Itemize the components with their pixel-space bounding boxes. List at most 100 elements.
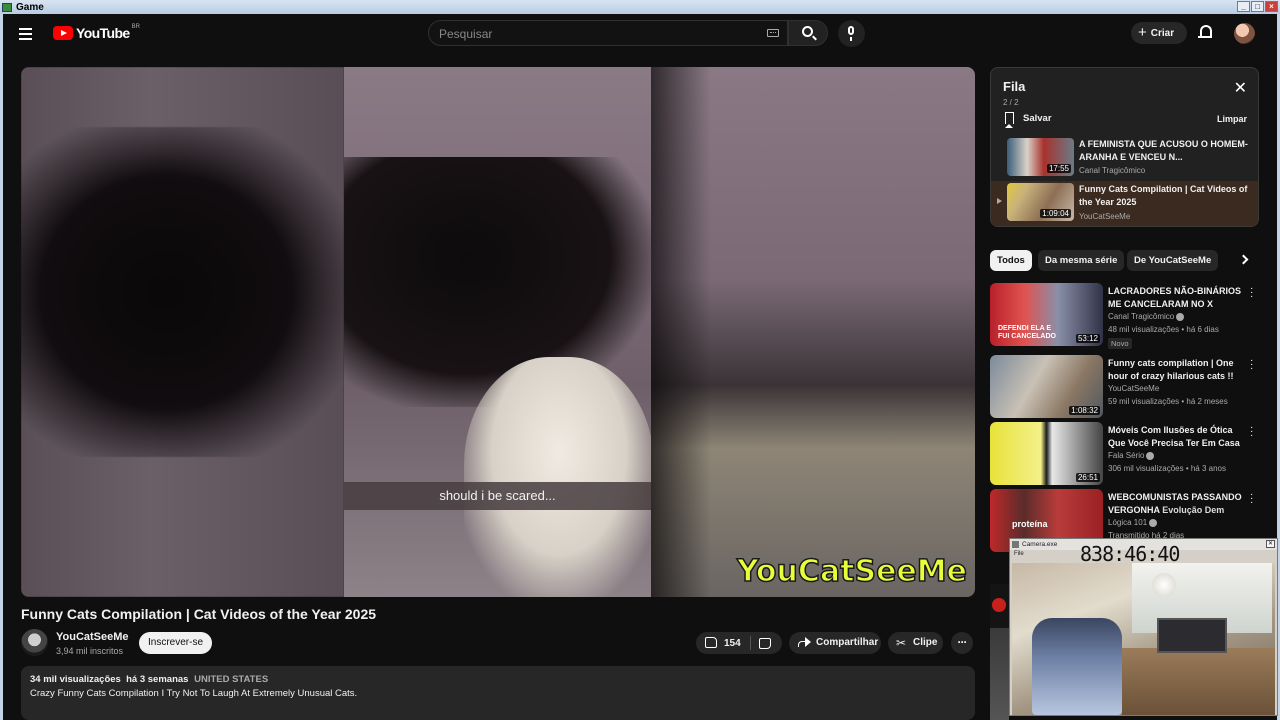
video-frame-center [344, 67, 654, 597]
hamburger-menu-icon[interactable] [19, 24, 39, 44]
clip-label: Clipe [913, 637, 938, 648]
recommendation-title: LACRADORES NÃO-BINÁRIOS ME CANCELARAM NO… [1108, 286, 1242, 309]
scissors-icon: ✂ [896, 636, 907, 650]
like-count[interactable]: 154 [724, 638, 741, 649]
keyboard-icon[interactable] [767, 29, 779, 37]
like-icon[interactable] [705, 637, 717, 648]
thumbnail-text: proteína [1012, 519, 1048, 529]
create-button[interactable]: + Criar [1131, 22, 1187, 44]
ceiling-lamp [1152, 573, 1176, 597]
chip-from-channel[interactable]: De YouCatSeeMe [1127, 250, 1219, 271]
recommendation-title: Móveis Com Ilusões de Ótica Que Você Pre… [1108, 425, 1240, 448]
recommendation-duration: 26:51 [1075, 473, 1100, 482]
description-meta: 34 mil visualizações há 3 semanas UNITED… [30, 674, 966, 685]
more-options-icon[interactable]: · · · [1250, 490, 1253, 508]
like-divider [750, 636, 751, 650]
voice-search-button[interactable] [838, 20, 865, 47]
subscribe-button[interactable]: Inscrever-se [139, 632, 212, 654]
channel-name: Lógica 101 [1108, 518, 1148, 527]
save-label: Salvar [1023, 112, 1052, 124]
new-badge: Novo [1108, 338, 1132, 349]
monitor [1157, 618, 1227, 653]
logo-country: BR [131, 24, 140, 30]
plus-icon: + [1138, 24, 1147, 41]
search-button[interactable] [788, 20, 828, 46]
recommendation-meta: 48 mil visualizações • há 6 dias [1108, 325, 1219, 334]
queue-duration: 17:55 [1046, 164, 1071, 173]
recommendation-item[interactable]: DEFENDI ELA E FUI CANCELADO 53:12 LACRAD… [990, 283, 1260, 349]
share-label: Compartilhar [816, 637, 879, 648]
overlay-close-icon[interactable]: ✕ [1266, 540, 1275, 548]
save-queue-button[interactable]: Salvar [1005, 112, 1052, 128]
gaming-chair [1032, 618, 1122, 715]
recommendation-thumbnail: 1:08:32 [990, 355, 1103, 418]
close-window-button[interactable]: × [1265, 1, 1278, 12]
queue-duration: 1:09:04 [1040, 209, 1071, 218]
queue-item-title: A FEMINISTA QUE ACUSOU O HOMEM-ARANHA E … [1079, 139, 1248, 162]
more-options-icon[interactable]: · · · [1250, 423, 1253, 441]
video-caption: should i be scared... [344, 482, 651, 510]
queue-item-title: Funny Cats Compilation | Cat Videos of t… [1079, 184, 1248, 207]
window-title: Game [16, 1, 44, 13]
minimize-button[interactable]: _ [1237, 1, 1250, 12]
bookmark-icon [1005, 112, 1014, 128]
overlay-menu[interactable]: File [1014, 551, 1024, 557]
more-options-icon[interactable]: · · · [1250, 356, 1253, 374]
channel-avatar[interactable] [21, 629, 48, 656]
chip-all[interactable]: Todos [990, 250, 1032, 271]
share-button[interactable]: Compartilhar [789, 632, 881, 654]
cat-white-fur [464, 357, 654, 597]
webcam-overlay-window[interactable]: Camera.exe ✕ File 838:46:40 [1009, 538, 1278, 716]
close-icon[interactable]: ✕ [1234, 81, 1247, 97]
verified-icon [1146, 451, 1155, 460]
chip-same-series[interactable]: Da mesma série [1038, 250, 1125, 271]
description-text: Crazy Funny Cats Compilation I Try Not T… [30, 688, 358, 699]
clip-button[interactable]: ✂ Clipe [888, 632, 943, 654]
queue-title: Fila [1003, 79, 1026, 94]
window-controls: _ □ × [1237, 1, 1278, 12]
account-avatar[interactable] [1234, 23, 1255, 44]
video-title: Funny Cats Compilation | Cat Videos of t… [21, 606, 377, 622]
recommendation-thumbnail: DEFENDI ELA E FUI CANCELADO 53:12 [990, 283, 1103, 346]
youtube-logo[interactable]: YouTube BR [53, 24, 140, 41]
queue-item-channel: Canal Tragicômico [1079, 166, 1146, 175]
queue-item[interactable]: 17:55 A FEMINISTA QUE ACUSOU O HOMEM-ARA… [991, 136, 1258, 181]
more-options-icon[interactable]: · · · [1250, 284, 1253, 302]
channel-name: Fala Sério [1108, 451, 1145, 460]
maximize-button[interactable]: □ [1251, 1, 1264, 12]
video-location[interactable]: UNITED STATES [194, 674, 268, 685]
upload-age: há 3 semanas [126, 674, 189, 685]
queue-thumbnail: 17:55 [1007, 138, 1074, 176]
clear-queue-button[interactable]: Limpar [1217, 114, 1247, 124]
search-input[interactable] [439, 25, 749, 42]
recommendation-meta: 306 mil visualizações • há 3 anos [1108, 464, 1226, 473]
queue-count: 2 / 2 [1003, 98, 1019, 107]
recommendation-title: WEBCOMUNISTAS PASSANDO VERGONHA Evolução… [1108, 491, 1243, 517]
recommendation-title: Funny cats compilation | One hour of cra… [1108, 358, 1234, 381]
search-box [428, 20, 788, 46]
like-dislike-group: 154 [696, 632, 782, 654]
partially-hidden-recommendations [990, 584, 1009, 720]
description-box[interactable]: 34 mil visualizações há 3 semanas UNITED… [21, 666, 975, 720]
more-actions-icon[interactable]: ··· [951, 632, 973, 654]
recommendation-duration: 1:08:32 [1069, 406, 1100, 415]
overlapping-title-text: Evolução Dem [1162, 505, 1225, 515]
hidden-thumbnail [990, 628, 1009, 720]
top-bar: YouTube BR +Criar [0, 14, 1280, 54]
webcam-feed [1012, 563, 1275, 715]
recommendation-channel: Canal Tragicômico [1108, 312, 1185, 321]
microphone-icon [848, 26, 854, 41]
youtube-play-icon [53, 26, 73, 40]
recommendation-duration: 53:12 [1075, 334, 1100, 343]
subscriber-count: 3,94 mil inscritos [56, 646, 124, 656]
recommendation-item[interactable]: 26:51 Móveis Com Ilusões de Ótica Que Vo… [990, 422, 1260, 486]
dislike-icon[interactable] [759, 638, 771, 649]
channel-name[interactable]: YouCatSeeMe [56, 631, 129, 643]
queue-item-active[interactable]: 1:09:04 Funny Cats Compilation | Cat Vid… [991, 181, 1258, 226]
notifications-bell-icon[interactable] [1198, 25, 1212, 39]
video-player[interactable]: should i be scared... YouCatSeeMe [21, 67, 975, 597]
youtube-badge-icon [992, 598, 1006, 612]
thumbnail-text: DEFENDI ELA E FUI CANCELADO [998, 325, 1056, 340]
recommendation-item[interactable]: 1:08:32 Funny cats compilation | One hou… [990, 355, 1260, 419]
share-icon [798, 637, 811, 648]
